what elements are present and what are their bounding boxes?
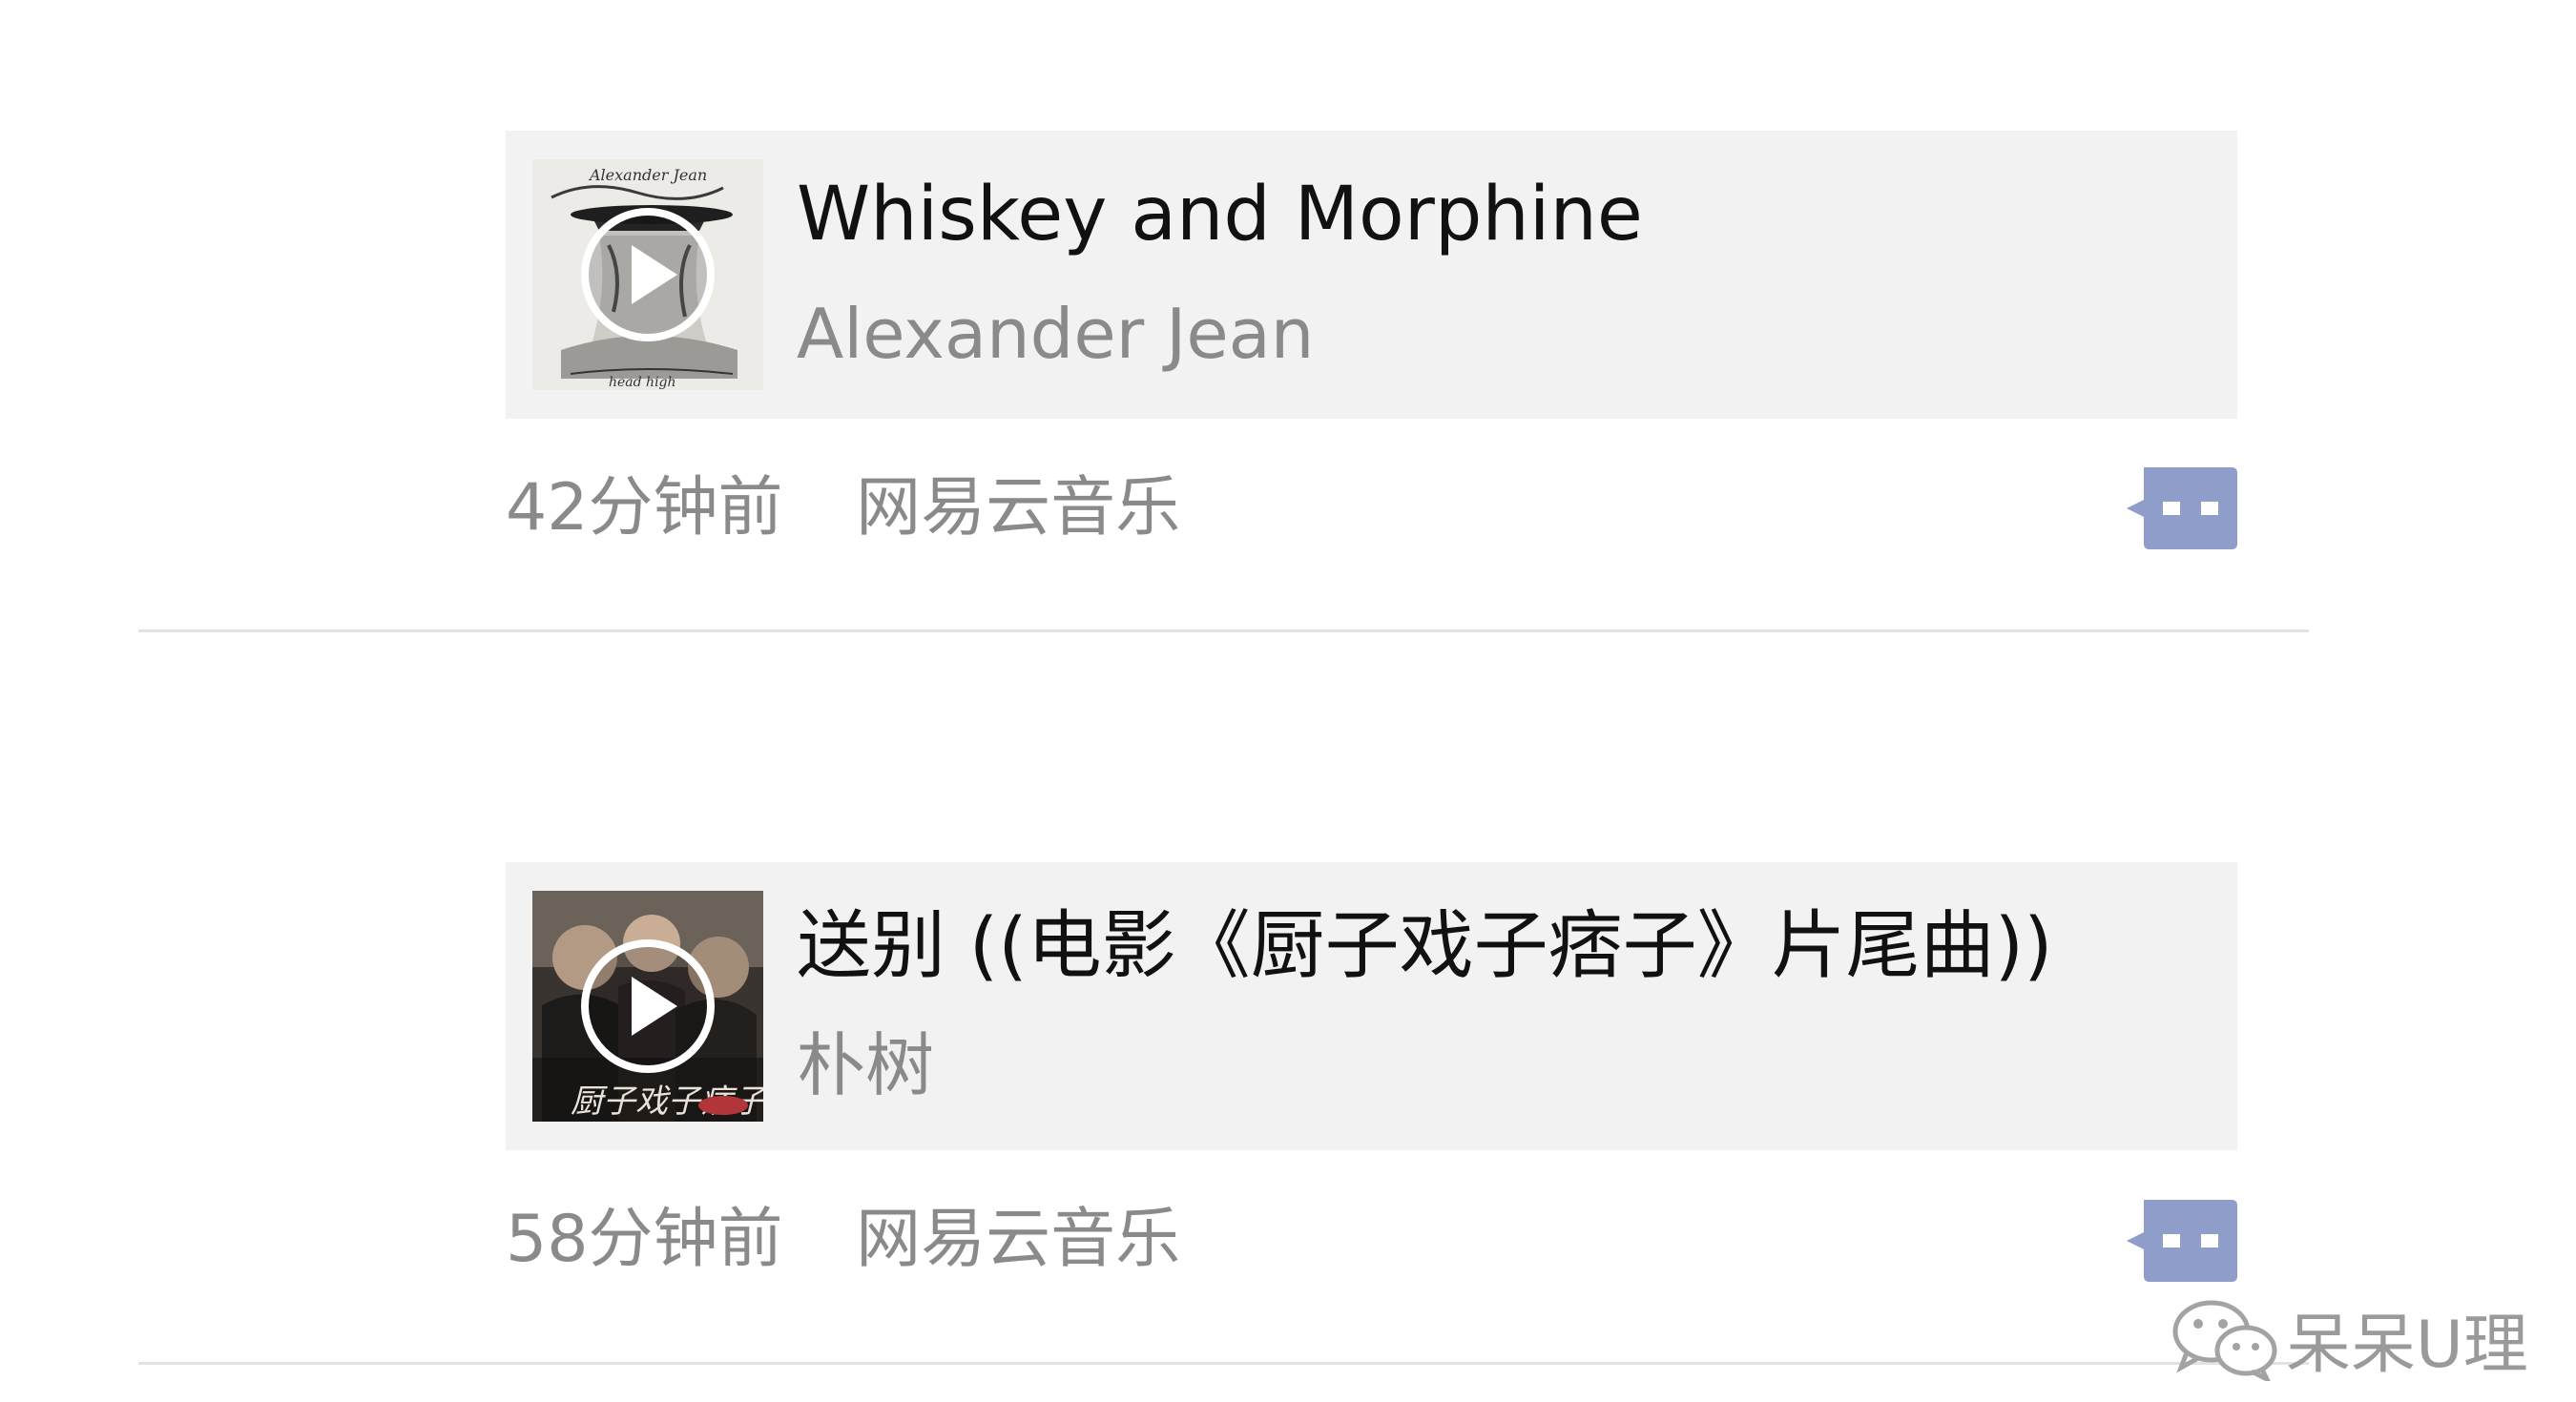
cover-text-bottom: head high [609, 375, 676, 390]
watermark-text: 呆呆U理 [2286, 1307, 2528, 1383]
watermark: 呆呆U理 [2166, 1295, 2528, 1383]
play-circle-icon[interactable] [578, 937, 717, 1076]
comment-bubble-icon[interactable] [2123, 467, 2237, 549]
post-meta: 58分钟前 网易云音乐 [506, 1202, 1180, 1278]
post-divider [138, 1362, 2309, 1365]
cover-text-top: Alexander Jean [588, 166, 707, 184]
music-share-card[interactable]: 厨子戏子痞子 送别 ((电影《厨子戏子痞子》片尾曲)) 朴树 [506, 862, 2237, 1150]
post-source-link[interactable]: 网易云音乐 [856, 470, 1180, 546]
wechat-logo-icon [2172, 1300, 2277, 1381]
post-time: 58分钟前 [506, 1202, 783, 1277]
post-time: 42分钟前 [506, 470, 783, 546]
album-cover[interactable]: Alexander Jean head high [532, 159, 763, 390]
song-artist: Alexander Jean [797, 294, 1315, 374]
song-title: 送别 ((电影《厨子戏子痞子》片尾曲)) [797, 903, 2053, 989]
comment-bubble-icon[interactable] [2123, 1200, 2237, 1282]
post-meta: 42分钟前 网易云音乐 [506, 470, 1180, 546]
post-divider [138, 629, 2309, 632]
song-title: Whiskey and Morphine [797, 172, 1643, 258]
song-artist: 朴树 [797, 1025, 935, 1105]
play-circle-icon[interactable] [578, 205, 717, 344]
music-share-card[interactable]: Alexander Jean head high Whiskey and Mor… [506, 131, 2237, 419]
post-source-link[interactable]: 网易云音乐 [856, 1202, 1180, 1277]
album-cover[interactable]: 厨子戏子痞子 [532, 891, 763, 1122]
